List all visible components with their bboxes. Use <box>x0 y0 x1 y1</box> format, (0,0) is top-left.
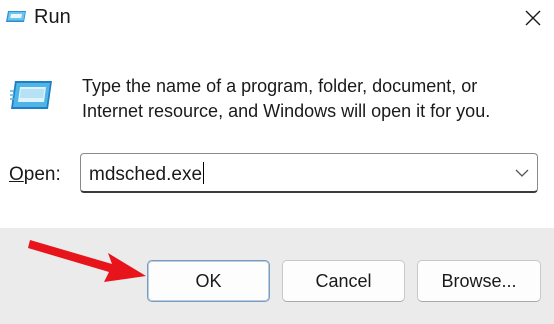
run-dialog: Run Type the name of a program, folder, … <box>0 0 554 324</box>
title-bar[interactable]: Run <box>0 0 554 38</box>
open-input-value: mdsched.exe <box>89 164 203 185</box>
open-label-accelerator: O <box>9 164 24 185</box>
text-caret <box>203 162 205 184</box>
window-title: Run <box>34 6 71 28</box>
open-label: Open: <box>9 163 61 187</box>
open-label-text: pen: <box>23 164 61 185</box>
open-combobox[interactable]: mdsched.exe <box>80 153 538 193</box>
run-icon <box>10 81 52 109</box>
run-icon <box>6 11 26 22</box>
close-icon <box>525 10 541 26</box>
cancel-button[interactable]: Cancel <box>282 260 405 302</box>
browse-button[interactable]: Browse... <box>417 260 541 302</box>
description-text: Type the name of a program, folder, docu… <box>82 76 491 121</box>
chevron-down-icon[interactable] <box>513 164 531 182</box>
close-button[interactable] <box>514 2 552 34</box>
red-arrow-icon <box>28 240 146 282</box>
open-input[interactable]: mdsched.exe <box>89 162 205 187</box>
ok-button[interactable]: OK <box>147 260 270 302</box>
